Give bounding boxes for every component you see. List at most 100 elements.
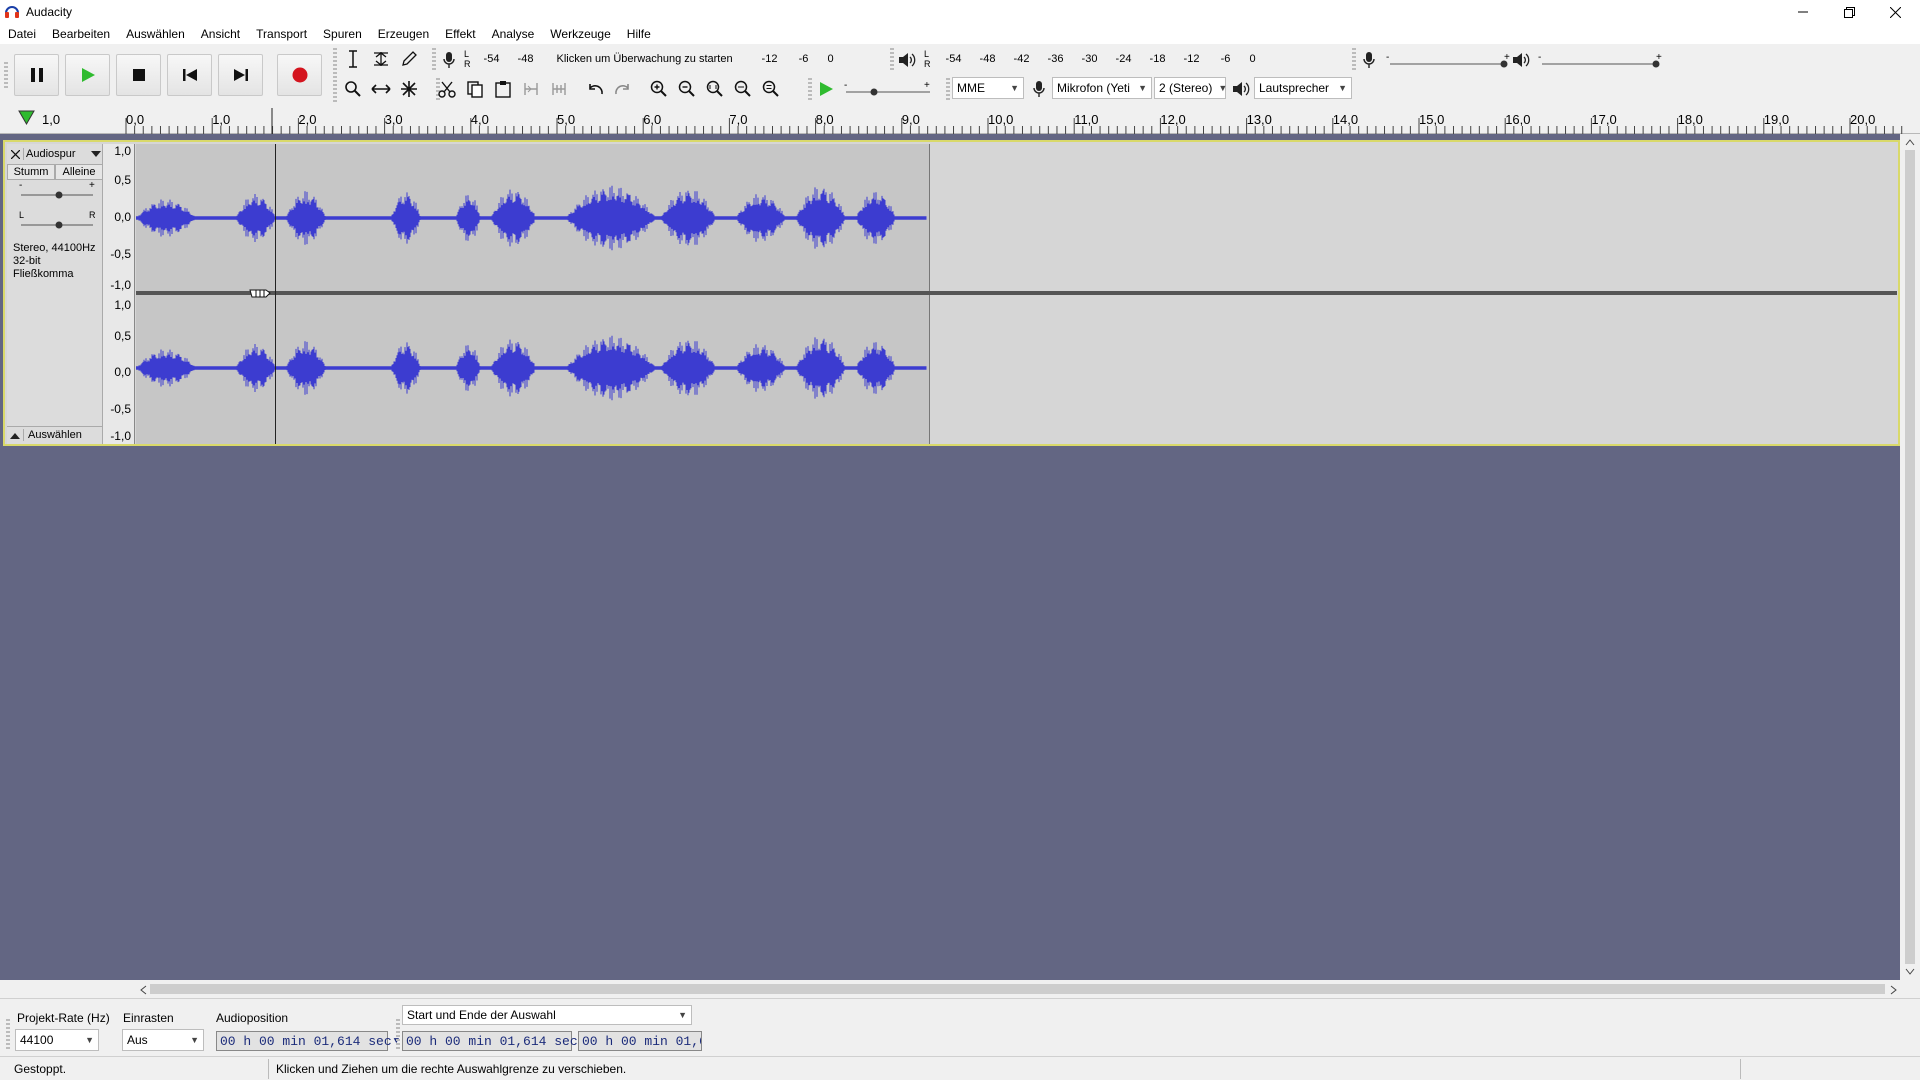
zoom-toggle-button[interactable] — [758, 76, 784, 102]
stop-button[interactable] — [116, 54, 161, 96]
paste-icon — [495, 81, 511, 98]
menu-spuren[interactable]: Spuren — [315, 27, 370, 41]
paste-button[interactable] — [490, 76, 516, 102]
track-format-line: Stereo, 44100Hz — [13, 242, 96, 254]
playback-speed-slider[interactable]: - + — [842, 80, 932, 98]
scroll-down-icon[interactable] — [1905, 968, 1915, 976]
play-button[interactable] — [65, 54, 110, 96]
vertical-scroll-thumb[interactable] — [1905, 150, 1915, 964]
record-meter[interactable]: L R -54 -48 Klicken um Überwachung zu st… — [464, 48, 841, 70]
scroll-left-icon[interactable] — [139, 985, 147, 995]
recording-volume-icon-wrap — [1356, 47, 1382, 73]
scale-label: 0,0 — [114, 210, 131, 224]
pause-button[interactable] — [14, 54, 59, 96]
horizontal-scrollbar[interactable] — [0, 980, 1920, 998]
silence-button[interactable] — [546, 76, 572, 102]
scroll-up-icon[interactable] — [1905, 138, 1915, 146]
timeline-ruler[interactable]: 1,0 0,0 1,0 2,0 3,0 4,0 5,0 6,0 7,0 8,0 9,0 10,0 11,… — [0, 106, 1920, 134]
waveform-area[interactable] — [136, 144, 1897, 444]
input-device-dropdown[interactable]: Mikrofon (Yeti S ▼ — [1052, 77, 1152, 99]
microphone-icon — [1033, 81, 1045, 97]
envelope-tool[interactable] — [368, 46, 394, 72]
play-meter-button[interactable] — [894, 47, 920, 73]
meter-tick: -18 — [1149, 53, 1166, 65]
project-rate-dropdown[interactable]: 44100 ▼ — [15, 1029, 99, 1051]
track-area[interactable]: Audiospur Stumm Alleine - + L R Stereo, … — [0, 134, 1900, 980]
zoom-out-icon — [678, 80, 695, 97]
redo-button[interactable] — [610, 76, 636, 102]
menu-ansicht[interactable]: Ansicht — [193, 27, 248, 41]
vertical-scrollbar[interactable] — [1900, 134, 1920, 980]
menu-bearbeiten[interactable]: Bearbeiten — [44, 27, 118, 41]
menu-datei[interactable]: Datei — [0, 27, 44, 41]
menu-werkzeuge[interactable]: Werkzeuge — [542, 27, 618, 41]
restore-button[interactable] — [1826, 0, 1872, 24]
recording-volume-slider[interactable]: - + — [1386, 52, 1510, 68]
zoom-in-button[interactable] — [646, 76, 672, 102]
zoom-fit-icon — [734, 80, 751, 97]
scale-label: 1,0 — [114, 144, 131, 158]
snap-dropdown[interactable]: Aus ▼ — [122, 1029, 204, 1051]
record-button[interactable] — [277, 54, 322, 96]
envelope-icon — [374, 52, 388, 66]
track-name-menu[interactable]: Audiospur — [23, 148, 89, 160]
draw-tool[interactable] — [396, 46, 422, 72]
chevron-down-icon: ▼ — [1218, 83, 1228, 93]
gain-slider[interactable]: - + — [17, 180, 97, 202]
menu-erzeugen[interactable]: Erzeugen — [370, 27, 437, 41]
skip-to-start-button[interactable] — [167, 54, 212, 96]
audio-track[interactable]: Audiospur Stumm Alleine - + L R Stereo, … — [3, 140, 1900, 446]
zoom-tool[interactable] — [340, 76, 366, 102]
collapse-arrow-icon[interactable] — [7, 429, 23, 441]
menu-analyse[interactable]: Analyse — [484, 27, 543, 41]
selection-mode-dropdown[interactable]: Start und Ende der Auswahl ▼ — [402, 1005, 692, 1025]
playback-meter[interactable]: L R -54 -48 -42 -36 -30 -24 -18 -12 -6 0 — [924, 48, 1263, 70]
trim-button[interactable] — [518, 76, 544, 102]
toolbar-grip[interactable] — [396, 1019, 400, 1049]
play-at-speed-button[interactable] — [813, 76, 839, 102]
track-select-button[interactable]: Auswählen — [23, 428, 103, 441]
menu-hilfe[interactable]: Hilfe — [619, 27, 659, 41]
close-button[interactable] — [1872, 0, 1918, 24]
selection-end-field[interactable]: 00 h 00 min 01,61 — [578, 1031, 702, 1051]
audio-position-field[interactable]: 00 h 00 min 01,614 sec▼ — [216, 1031, 399, 1051]
output-device-icon-wrap — [1228, 76, 1254, 102]
multi-tool[interactable] — [396, 76, 422, 102]
toolbar-grip[interactable] — [6, 1019, 10, 1049]
scroll-right-icon[interactable] — [1890, 985, 1898, 995]
track-info: Stereo, 44100Hz 32-bit Fließkomma — [13, 242, 102, 281]
meter-tick: -54 — [483, 53, 500, 65]
mute-button[interactable]: Stumm — [7, 164, 55, 180]
toolbar-grip[interactable] — [333, 48, 337, 104]
track-close-button[interactable] — [7, 149, 23, 159]
toolbar-grip[interactable] — [4, 62, 8, 88]
horizontal-scroll-thumb[interactable] — [150, 984, 1885, 994]
minimize-button[interactable] — [1780, 0, 1826, 24]
menu-effekt[interactable]: Effekt — [437, 27, 483, 41]
selection-start-field[interactable]: 00 h 00 min 01,614 sec▼ — [402, 1031, 585, 1051]
playback-volume-slider[interactable]: - + — [1538, 52, 1662, 68]
input-channels-dropdown[interactable]: 2 (Stereo) ▼ — [1154, 77, 1228, 99]
toolbar-grip[interactable] — [808, 78, 812, 100]
copy-button[interactable] — [462, 76, 488, 102]
toolbar-grip[interactable] — [946, 78, 950, 100]
undo-button[interactable] — [582, 76, 608, 102]
audio-host-dropdown[interactable]: MME ▼ — [952, 77, 1024, 99]
menu-auswaehlen[interactable]: Auswählen — [118, 27, 193, 41]
cut-button[interactable] — [434, 76, 460, 102]
output-device-dropdown[interactable]: Lautsprecher (▼ — [1254, 77, 1352, 99]
chevron-down-icon[interactable] — [89, 149, 103, 159]
zoom-out-button[interactable] — [674, 76, 700, 102]
record-meter-button[interactable] — [436, 47, 462, 73]
time-shift-tool[interactable] — [368, 76, 394, 102]
fit-project-button[interactable] — [730, 76, 756, 102]
selection-tool[interactable] — [340, 46, 366, 72]
channel-divider[interactable] — [136, 291, 1897, 295]
pan-slider[interactable]: L R — [17, 210, 97, 232]
skip-to-end-button[interactable] — [218, 54, 263, 96]
solo-button[interactable]: Alleine — [55, 164, 103, 180]
track-header: Audiospur — [7, 146, 103, 162]
fit-selection-button[interactable] — [702, 76, 728, 102]
play-icon — [81, 68, 95, 82]
menu-transport[interactable]: Transport — [248, 27, 315, 41]
